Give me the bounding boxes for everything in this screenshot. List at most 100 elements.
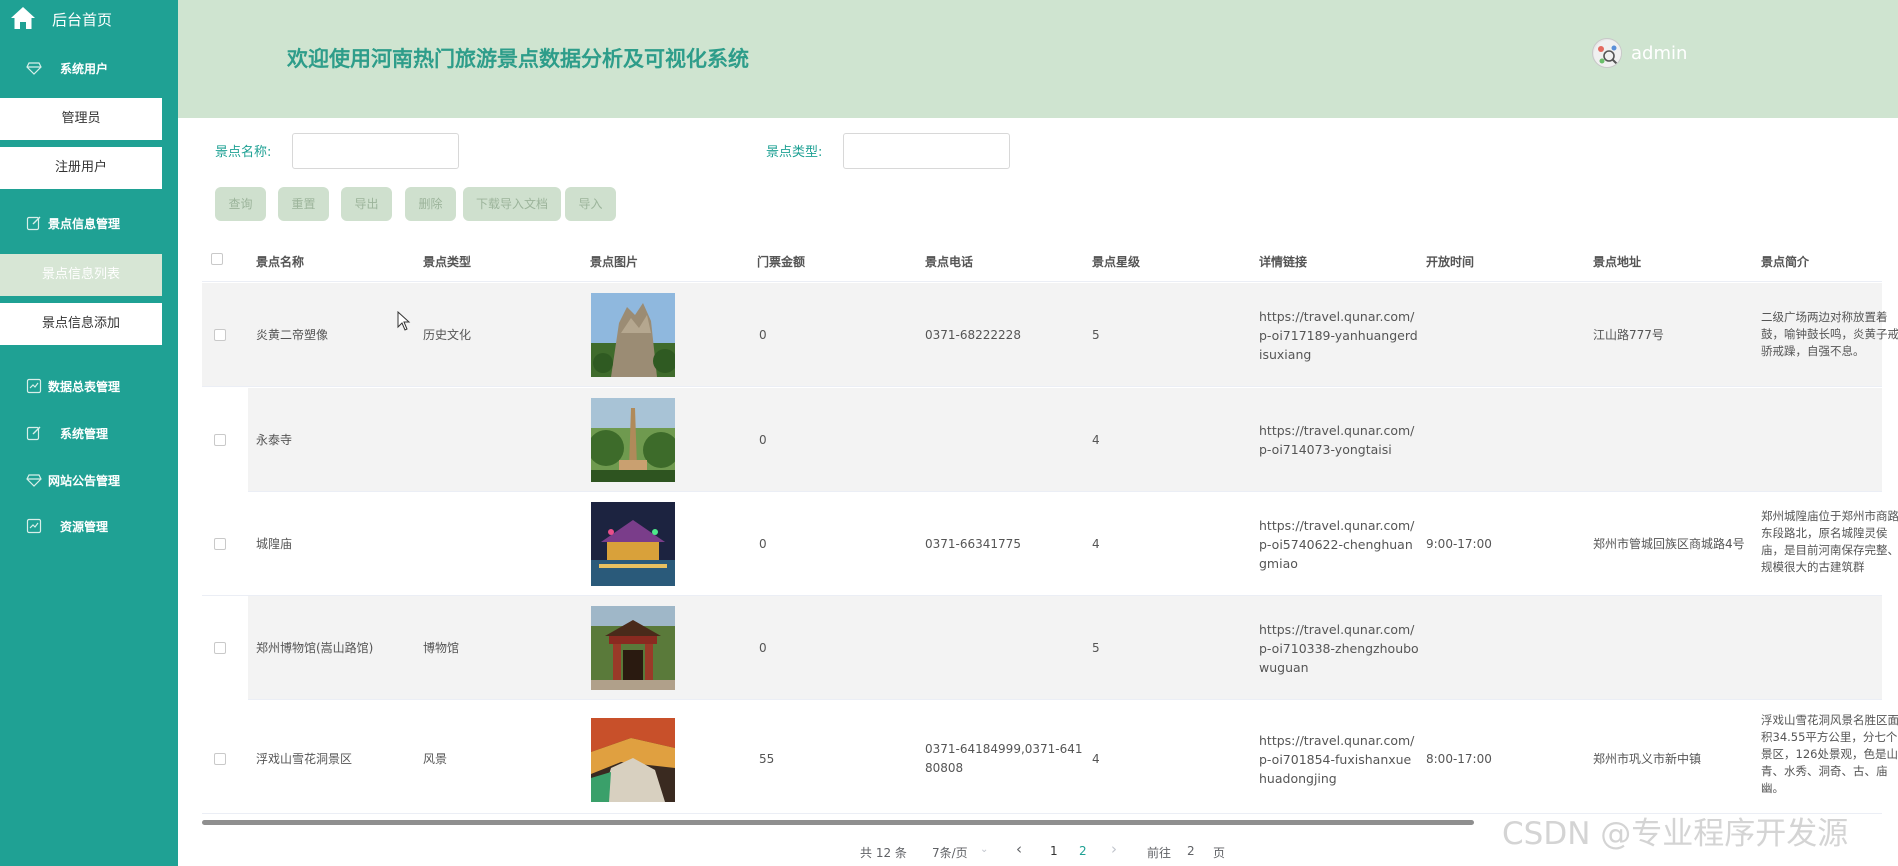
sidebar-group-scenic-info[interactable]: 景点信息管理 — [0, 201, 178, 245]
row-checkbox[interactable] — [214, 642, 226, 654]
chevron-down-icon[interactable]: ⌄ — [980, 844, 988, 855]
scenic-type-input[interactable] — [843, 133, 1010, 169]
scenic-image — [591, 502, 675, 586]
cell-link[interactable]: https://travel.qunar.com/p-oi717189-yanh… — [1259, 307, 1419, 364]
scenic-image — [591, 718, 675, 802]
next-page-button[interactable]: › — [1111, 840, 1117, 858]
cell-intro — [1761, 414, 1898, 470]
sidebar-group-data-tables[interactable]: 数据总表管理 — [0, 364, 178, 408]
cell-type: 历史文化 — [423, 328, 472, 342]
home-icon — [11, 7, 35, 29]
column-header[interactable]: 详情链接 — [1259, 253, 1307, 270]
query-button[interactable]: 查询 — [215, 187, 266, 221]
table-row[interactable]: 永泰寺 0 4 https://travel.qunar.com/p-oi714… — [202, 388, 1882, 492]
reset-button[interactable]: 重置 — [278, 187, 329, 221]
column-header[interactable]: 景点简介 — [1761, 253, 1809, 270]
sidebar-item-admin[interactable]: 管理员 — [0, 98, 162, 140]
cell-star: 4 — [1092, 752, 1100, 766]
column-header[interactable]: 景点地址 — [1593, 253, 1641, 270]
goto-page-input[interactable]: 2 — [1187, 844, 1195, 858]
sidebar-group-label: 资源管理 — [60, 520, 109, 534]
table-horizontal-scrollbar[interactable] — [202, 820, 1474, 825]
cell-phone: 0371-64184999,0371-64180808 — [925, 742, 1083, 775]
page-size-select[interactable]: 7条/页 — [932, 844, 968, 861]
cell-name: 郑州博物馆(嵩山路馆) — [256, 641, 374, 655]
cell-address: 郑州市管城回族区商城路4号 — [1593, 537, 1745, 551]
page-suffix-label: 页 — [1213, 846, 1226, 860]
cell-address: 江山路777号 — [1593, 328, 1664, 342]
scenic-image — [591, 606, 675, 690]
table-header: 景点名称 景点类型 景点图片 门票金额 景点电话 景点星级 详情链接 开放时间 … — [202, 240, 1882, 282]
cell-name: 永泰寺 — [256, 433, 293, 447]
table-row[interactable]: 郑州博物馆(嵩山路馆) 博物馆 0 5 https://travel.qunar… — [202, 596, 1882, 700]
sidebar-item-scenic-list[interactable]: 景点信息列表 — [0, 254, 162, 296]
table-row[interactable]: 城隍庙 0 0371-66341775 4 https://travel.qun… — [202, 492, 1898, 596]
delete-button[interactable]: 删除 — [405, 187, 456, 221]
chart-icon — [26, 378, 42, 394]
cell-price: 0 — [759, 433, 767, 447]
sidebar: 后台首页 系统用户 管理员 注册用户 景点信息管理 景点信息列表 景点信息添加 … — [0, 0, 178, 866]
row-checkbox[interactable] — [214, 434, 226, 446]
cell-intro: 二级广场两边对称放置着鼓，喻钟鼓长鸣，炎黄子戒骄戒躁，自强不息。 — [1761, 310, 1898, 358]
table-row[interactable]: 炎黄二帝塑像 历史文化 0 0371-68222228 5 https://tr… — [202, 283, 1898, 387]
cell-open-time: 8:00-17:00 — [1426, 752, 1492, 766]
cell-intro: 浮戏山雪花洞风景名胜区面积34.55平方公里，分七个景区，126处景观，色是山青… — [1761, 713, 1898, 795]
cell-star: 4 — [1092, 433, 1100, 447]
sidebar-group-system-users[interactable]: 系统用户 — [0, 46, 178, 90]
cell-link[interactable]: https://travel.qunar.com/p-oi714073-yong… — [1259, 421, 1419, 459]
avatar[interactable] — [1592, 38, 1622, 68]
sidebar-item-registered-users[interactable]: 注册用户 — [0, 147, 162, 189]
scenic-image — [591, 398, 675, 482]
cell-phone: 0371-66341775 — [925, 537, 1021, 551]
scenic-type-label: 景点类型: — [766, 145, 823, 160]
cell-name: 城隍庙 — [256, 537, 293, 551]
cell-intro: 郑州城隍庙位于郑州市商路东段路北，原名城隍灵侯庙，是目前河南保存完整、规模很大的… — [1761, 509, 1898, 574]
mouse-cursor-icon — [397, 311, 411, 331]
scenic-name-input[interactable] — [292, 133, 459, 169]
column-header[interactable]: 景点名称 — [256, 253, 304, 270]
cell-link[interactable]: https://travel.qunar.com/p-oi710338-zhen… — [1259, 620, 1419, 677]
cell-price: 0 — [759, 537, 767, 551]
select-all-checkbox[interactable] — [211, 253, 223, 265]
cell-star: 4 — [1092, 537, 1100, 551]
sidebar-home-label: 后台首页 — [52, 11, 113, 29]
cell-link[interactable]: https://travel.qunar.com/p-oi701854-fuxi… — [1259, 731, 1419, 788]
cell-price: 55 — [759, 752, 775, 766]
sidebar-group-resources[interactable]: 资源管理 — [0, 504, 178, 548]
cell-price: 0 — [759, 641, 767, 655]
edit-icon — [26, 216, 41, 231]
sidebar-group-system-manage[interactable]: 系统管理 — [0, 411, 178, 455]
column-header[interactable]: 门票金额 — [757, 253, 805, 270]
table-row[interactable]: 浮戏山雪花洞景区 风景 55 0371-64184999,0371-641808… — [202, 700, 1898, 814]
user-name[interactable]: admin — [1631, 43, 1687, 64]
column-header[interactable]: 景点电话 — [925, 253, 973, 270]
sidebar-group-label: 系统用户 — [60, 62, 109, 76]
cell-type: 博物馆 — [423, 641, 460, 655]
watermark: CSDN @专业程序开发源 — [1502, 816, 1849, 852]
column-header[interactable]: 景点星级 — [1092, 253, 1140, 270]
column-header[interactable]: 景点图片 — [590, 253, 638, 270]
scenic-image — [591, 293, 675, 377]
download-template-button[interactable]: 下载导入文档 — [463, 187, 561, 221]
row-checkbox[interactable] — [214, 329, 226, 341]
page-title: 欢迎使用河南热门旅游景点数据分析及可视化系统 — [287, 47, 749, 71]
column-header[interactable]: 开放时间 — [1426, 253, 1474, 270]
sidebar-group-label: 系统管理 — [60, 427, 109, 441]
prev-page-button[interactable]: ‹ — [1016, 840, 1022, 858]
page-1-button[interactable]: 1 — [1050, 844, 1058, 858]
sidebar-group-label: 网站公告管理 — [48, 474, 121, 488]
sidebar-group-announcements[interactable]: 网站公告管理 — [0, 458, 178, 502]
cell-link[interactable]: https://travel.qunar.com/p-oi5740622-che… — [1259, 516, 1419, 573]
cell-intro — [1761, 622, 1898, 678]
sidebar-item-scenic-add[interactable]: 景点信息添加 — [0, 303, 162, 345]
scenic-name-label: 景点名称: — [215, 145, 272, 160]
edit-icon — [26, 426, 41, 441]
column-header[interactable]: 景点类型 — [423, 253, 471, 270]
gem-icon — [26, 474, 42, 487]
page-2-button[interactable]: 2 — [1079, 844, 1087, 858]
export-button[interactable]: 导出 — [341, 187, 392, 221]
row-checkbox[interactable] — [214, 753, 226, 765]
import-button[interactable]: 导入 — [565, 187, 616, 221]
row-checkbox[interactable] — [214, 538, 226, 550]
sidebar-home[interactable]: 后台首页 — [0, 0, 178, 40]
